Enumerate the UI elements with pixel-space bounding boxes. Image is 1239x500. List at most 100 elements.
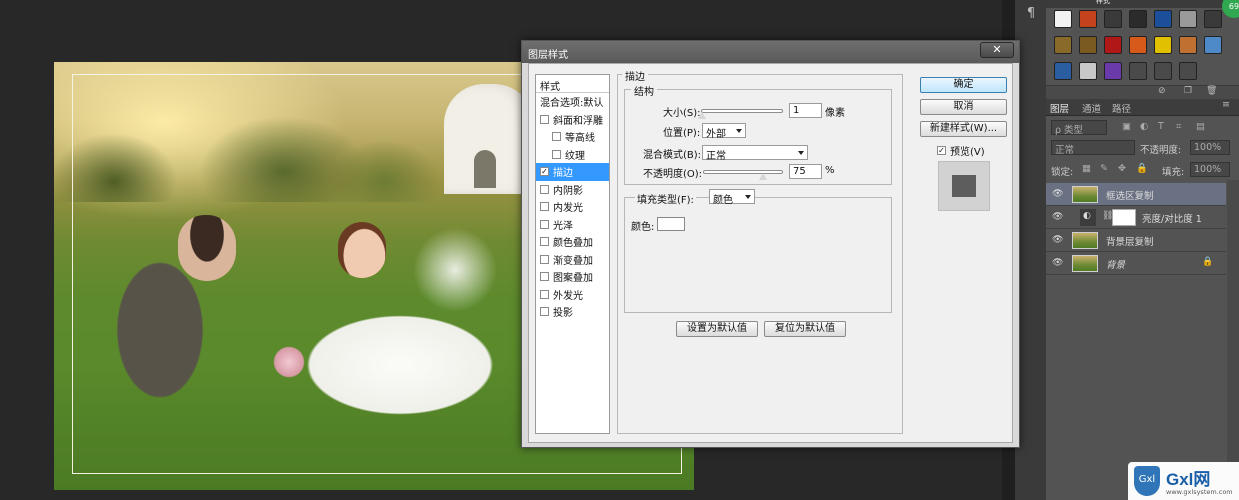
layer-row[interactable]: 👁 背景 🔒 [1046, 252, 1226, 275]
preview-checkbox[interactable]: ✓ 预览(V) [937, 143, 985, 158]
filter-smart-icon[interactable]: ▤ [1196, 121, 1205, 132]
layers-scrollbar[interactable] [1227, 180, 1239, 500]
style-swatch[interactable] [1104, 62, 1122, 80]
style-swatch[interactable] [1054, 36, 1072, 54]
checkbox-icon[interactable] [540, 289, 549, 299]
trash-icon[interactable]: 🗑 [1206, 86, 1217, 96]
checkbox-icon[interactable] [540, 219, 549, 229]
style-swatch[interactable] [1054, 10, 1072, 28]
dialog-titlebar[interactable]: 图层样式 [522, 41, 1019, 63]
style-swatch[interactable] [1179, 10, 1197, 28]
style-item[interactable]: 外发光 [536, 286, 609, 304]
style-item[interactable]: 渐变叠加 [536, 251, 609, 269]
style-swatch[interactable] [1054, 62, 1072, 80]
layer-fill-input[interactable]: 100% [1190, 162, 1230, 177]
style-item[interactable]: 等高线 [536, 128, 609, 146]
no-style-icon[interactable]: ⊘ [1158, 86, 1166, 96]
checkbox-icon[interactable] [552, 149, 561, 159]
size-slider-thumb[interactable] [696, 112, 707, 121]
size-slider[interactable] [701, 109, 783, 113]
reset-default-button[interactable]: 复位为默认值 [764, 321, 846, 337]
panel-menu-icon[interactable]: ≡ [1222, 99, 1230, 110]
opacity-slider[interactable] [703, 170, 783, 174]
style-swatch[interactable] [1129, 10, 1147, 28]
style-item[interactable]: ✓ 描边 [536, 163, 609, 181]
eye-icon[interactable]: 👁 [1052, 212, 1063, 222]
style-item-label: 颜色叠加 [553, 238, 593, 250]
checkbox-icon[interactable] [540, 254, 549, 264]
style-swatch[interactable] [1179, 36, 1197, 54]
opacity-input[interactable]: 75 [789, 164, 822, 179]
tab-layers[interactable]: 图层 [1050, 101, 1069, 115]
layer-name: 框选区复制 [1106, 191, 1154, 202]
lock-paint-icon[interactable]: ✎ [1100, 163, 1108, 174]
layer-opacity-input[interactable]: 100% [1190, 140, 1230, 155]
style-item[interactable]: 图案叠加 [536, 268, 609, 286]
checkbox-icon[interactable] [540, 272, 549, 282]
layer-blend-select[interactable]: 正常 [1051, 140, 1135, 156]
eye-icon[interactable]: 👁 [1052, 258, 1063, 268]
checkbox-checked-icon[interactable]: ✓ [540, 167, 549, 177]
style-item[interactable]: 纹理 [536, 146, 609, 164]
style-item-label: 斜面和浮雕 [553, 115, 603, 127]
layer-thumbnail [1072, 232, 1098, 249]
style-swatch[interactable] [1204, 36, 1222, 54]
size-input[interactable]: 1 [789, 103, 822, 118]
eye-icon[interactable]: 👁 [1052, 235, 1063, 245]
style-swatch[interactable] [1079, 62, 1097, 80]
style-swatch[interactable] [1079, 10, 1097, 28]
blend-mode-select[interactable]: 正常 [702, 145, 808, 162]
layer-mask-thumbnail[interactable] [1112, 209, 1136, 226]
stroke-color-swatch[interactable] [657, 217, 685, 231]
tab-paths[interactable]: 路径 [1112, 101, 1131, 115]
cancel-button[interactable]: 取消 [920, 99, 1007, 115]
filter-image-icon[interactable]: ▣ [1122, 121, 1131, 132]
style-swatch[interactable] [1154, 62, 1172, 80]
position-select[interactable]: 外部 [702, 123, 746, 140]
lock-move-icon[interactable]: ✥ [1118, 163, 1126, 174]
style-item[interactable]: 颜色叠加 [536, 233, 609, 251]
checkbox-icon[interactable] [540, 114, 549, 124]
style-swatch[interactable] [1204, 10, 1222, 28]
style-list-header[interactable]: 样式 [536, 75, 609, 93]
opacity-slider-thumb[interactable] [758, 173, 768, 182]
checkbox-icon[interactable] [540, 184, 549, 194]
style-swatch[interactable] [1079, 36, 1097, 54]
style-item[interactable]: 内阴影 [536, 181, 609, 199]
style-swatch[interactable] [1179, 62, 1197, 80]
style-swatch[interactable] [1104, 10, 1122, 28]
set-default-button[interactable]: 设置为默认值 [676, 321, 758, 337]
style-swatch[interactable] [1129, 62, 1147, 80]
filter-adjustment-icon[interactable]: ◐ [1140, 121, 1148, 132]
filter-text-icon[interactable]: T [1158, 121, 1164, 132]
style-item[interactable]: 投影 [536, 303, 609, 321]
tab-styles[interactable]: 样式 [1096, 0, 1110, 6]
new-style-button[interactable]: 新建样式(W)... [920, 121, 1007, 137]
checkbox-icon[interactable] [540, 202, 549, 212]
checkbox-icon[interactable] [540, 307, 549, 317]
tab-channels[interactable]: 通道 [1082, 101, 1101, 115]
lock-all-icon[interactable]: 🔒 [1136, 163, 1148, 174]
style-item[interactable]: 混合选项:默认 [536, 93, 609, 111]
checkbox-icon[interactable] [540, 237, 549, 247]
paragraph-icon[interactable]: ¶ [1021, 6, 1041, 26]
style-item[interactable]: 斜面和浮雕 [536, 111, 609, 129]
lock-pixels-icon[interactable]: ▦ [1082, 163, 1091, 174]
style-swatch[interactable] [1129, 36, 1147, 54]
style-swatch[interactable] [1154, 10, 1172, 28]
style-swatch[interactable] [1104, 36, 1122, 54]
layer-row[interactable]: 👁 背景层复制 [1046, 229, 1226, 252]
layer-row[interactable]: 👁 框选区复制 [1046, 183, 1226, 206]
style-swatch[interactable] [1154, 36, 1172, 54]
filter-shape-icon[interactable]: ⌗ [1176, 121, 1181, 132]
filter-select[interactable]: ρ 类型 [1051, 120, 1107, 136]
checkbox-icon[interactable] [552, 132, 561, 142]
layer-row[interactable]: 👁 ⛓ ◐ 亮度/对比度 1 [1046, 206, 1226, 229]
fill-type-select[interactable]: 颜色 [709, 189, 755, 206]
eye-icon[interactable]: 👁 [1052, 189, 1063, 199]
ok-button[interactable]: 确定 [920, 77, 1007, 93]
close-button[interactable]: ✕ [980, 42, 1014, 58]
new-style-icon[interactable]: ❐ [1184, 86, 1192, 96]
style-item[interactable]: 光泽 [536, 216, 609, 234]
style-item[interactable]: 内发光 [536, 198, 609, 216]
